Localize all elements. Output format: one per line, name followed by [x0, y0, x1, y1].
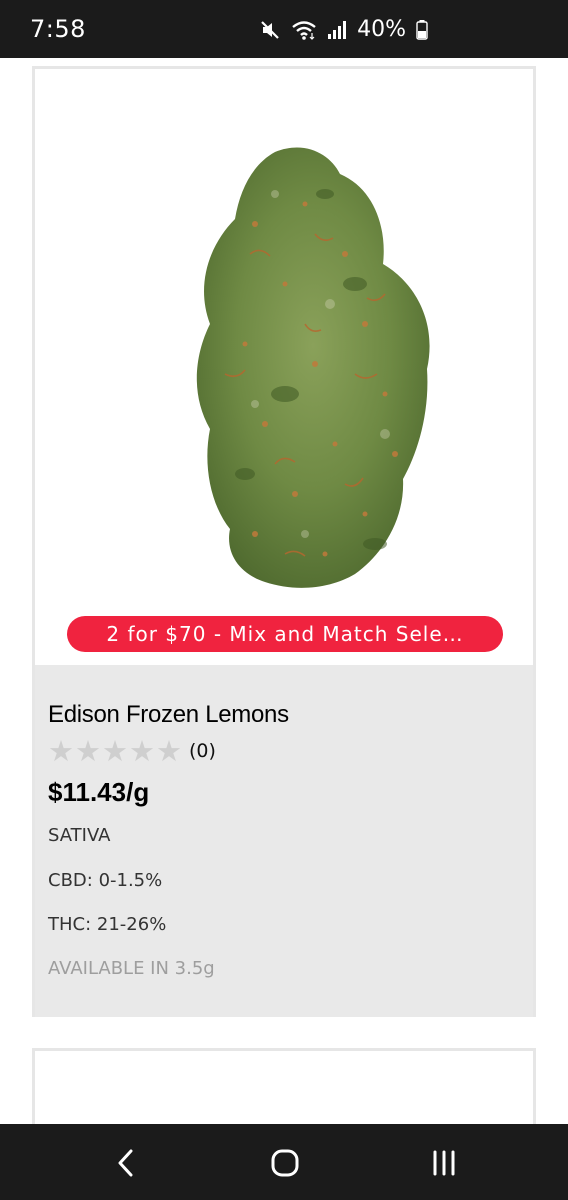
cannabis-bud-image[interactable] [155, 134, 455, 594]
back-button[interactable] [106, 1146, 146, 1180]
status-icons: 40% [259, 17, 428, 42]
product-name[interactable]: Edison Frozen Lemons [48, 701, 289, 729]
page-content[interactable]: 2 for $70 - Mix and Match Sele… Edison F… [0, 58, 568, 1124]
recents-icon [433, 1150, 455, 1176]
promo-badge[interactable]: 2 for $70 - Mix and Match Sele… [67, 616, 503, 652]
product-card[interactable]: 2 for $70 - Mix and Match Sele… Edison F… [32, 66, 536, 1017]
cbd-content: CBD: 0-1.5% [48, 870, 163, 891]
status-time: 7:58 [30, 15, 86, 43]
next-product-card[interactable] [32, 1048, 536, 1124]
star-icon: ★ [156, 734, 182, 768]
star-rating: ★ ★ ★ ★ ★ (0) [48, 734, 216, 768]
home-button[interactable] [265, 1146, 305, 1180]
mute-icon [261, 20, 279, 39]
wifi-icon [292, 20, 316, 40]
product-info[interactable]: Edison Frozen Lemons ★ ★ ★ ★ ★ (0) $11.4… [35, 665, 533, 1017]
thc-content: THC: 21-26% [48, 914, 167, 935]
status-bar: 7:58 40% [0, 0, 568, 58]
battery-percent: 40% [357, 17, 406, 42]
strain-type: SATIVA [48, 825, 111, 846]
review-count: (0) [189, 740, 216, 762]
star-icon: ★ [102, 734, 128, 768]
star-icon: ★ [129, 734, 155, 768]
star-icon: ★ [75, 734, 101, 768]
star-icon: ★ [48, 734, 74, 768]
battery-icon [416, 19, 428, 40]
product-price: $11.43/g [48, 777, 150, 807]
signal-icon [328, 20, 347, 39]
navigation-bar [0, 1124, 568, 1200]
home-icon [271, 1149, 299, 1177]
recents-button[interactable] [424, 1146, 464, 1180]
product-image-area[interactable]: 2 for $70 - Mix and Match Sele… [35, 69, 533, 665]
back-icon [118, 1149, 133, 1177]
availability-text: AVAILABLE IN 3.5g [48, 958, 215, 979]
